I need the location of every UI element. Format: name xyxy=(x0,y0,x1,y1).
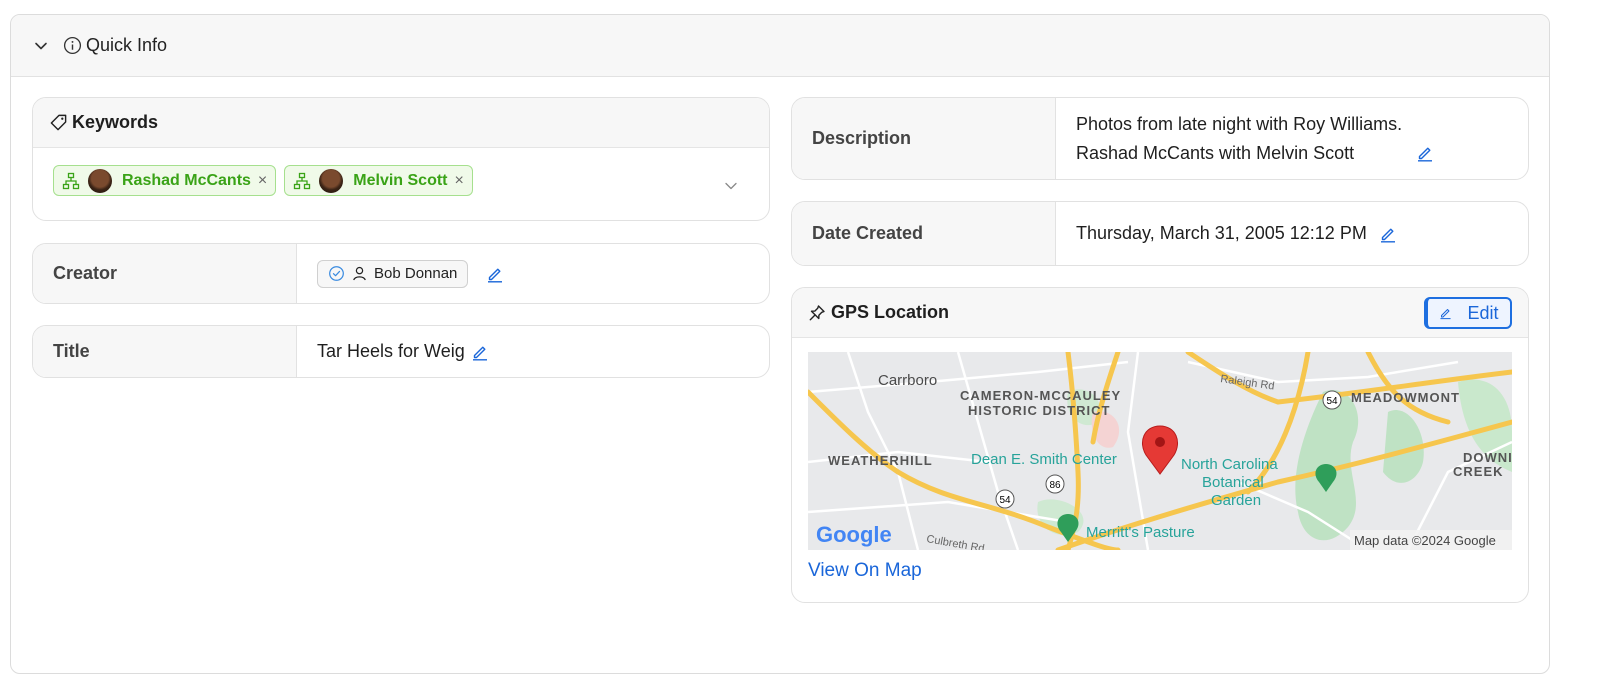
creator-name: Bob Donnan xyxy=(374,265,458,282)
description-label: Description xyxy=(792,98,1056,179)
gps-title: GPS Location xyxy=(831,302,950,322)
info-icon xyxy=(63,36,82,55)
map-place-label: Merritt's Pasture xyxy=(1086,524,1195,541)
edit-pencil-icon[interactable] xyxy=(1379,225,1397,243)
view-on-map-link[interactable]: View On Map xyxy=(808,560,922,582)
title-field: Title Tar Heels for Weig xyxy=(32,325,770,378)
pin-icon xyxy=(809,304,825,320)
keyword-chip[interactable]: Rashad McCants × xyxy=(53,165,277,196)
map-place-label: CAMERON-MCCAULEY xyxy=(960,388,1121,403)
edit-pencil-icon[interactable] xyxy=(1416,144,1434,162)
map-view[interactable]: 54 54 86 Carrboro CAMERON-MCCAULEY HISTO… xyxy=(808,352,1512,550)
description-line-1: Photos from late night with Roy Williams… xyxy=(1076,113,1403,134)
map-place-label: CREEK xyxy=(1453,464,1504,479)
gps-location-card: GPS Location Edit 54 54 86 Carrboro CAME… xyxy=(791,287,1529,603)
keywords-body[interactable]: Rashad McCants × Melvin Scott × xyxy=(33,148,769,220)
map-route-label: 54 xyxy=(999,495,1011,506)
map-place-label: North Carolina xyxy=(1181,456,1278,473)
map-place-label: Dean E. Smith Center xyxy=(971,451,1117,468)
keyword-label: Melvin Scott xyxy=(353,171,448,189)
title-value: Tar Heels for Weig xyxy=(317,341,465,361)
map-place-label: WEATHERHILL xyxy=(828,453,933,468)
creator-field: Creator Bob Donnan xyxy=(32,243,770,304)
panel-title: Quick Info xyxy=(86,35,168,55)
keyword-label: Rashad McCants xyxy=(122,171,251,189)
keywords-header: Keywords xyxy=(33,98,769,148)
title-label: Title xyxy=(33,326,297,377)
chevron-down-icon[interactable] xyxy=(33,38,49,54)
edit-pencil-icon xyxy=(1439,304,1457,322)
google-logo: Google xyxy=(816,522,892,547)
avatar xyxy=(88,168,112,193)
keywords-title: Keywords xyxy=(72,112,159,132)
hierarchy-icon xyxy=(62,172,80,190)
map-place-label: MEADOWMONT xyxy=(1351,390,1460,405)
map-route-label: 54 xyxy=(1326,396,1338,407)
map-place-label: HISTORIC DISTRICT xyxy=(968,403,1110,418)
remove-keyword-icon[interactable]: × xyxy=(455,172,464,190)
google-wordmark: Google xyxy=(816,522,892,547)
creator-chip[interactable]: Bob Donnan xyxy=(317,259,469,288)
chevron-down-icon[interactable] xyxy=(723,178,739,194)
date-created-value: Thursday, March 31, 2005 12:12 PM xyxy=(1076,223,1367,243)
edit-label: Edit xyxy=(1467,302,1499,323)
description-field: Description Photos from late night with … xyxy=(791,97,1529,180)
remove-keyword-icon[interactable]: × xyxy=(258,172,267,190)
edit-pencil-icon[interactable] xyxy=(486,265,504,283)
edit-pencil-icon[interactable] xyxy=(471,343,489,361)
map-place-label: Carrboro xyxy=(878,372,937,389)
hierarchy-icon xyxy=(293,172,311,190)
map-place-label: Botanical xyxy=(1202,474,1264,491)
tag-icon xyxy=(50,114,67,131)
avatar xyxy=(319,168,344,193)
quick-info-panel: Quick Info Keywords Rashad McCants × Mel… xyxy=(10,14,1550,674)
map-attribution: Map data ©2024 Google xyxy=(1354,533,1496,548)
keywords-card: Keywords Rashad McCants × Melvin Scott × xyxy=(32,97,770,221)
description-line-2: Rashad McCants with Melvin Scott xyxy=(1076,142,1355,163)
gps-header: GPS Location Edit xyxy=(792,288,1528,338)
map-place-label: Garden xyxy=(1211,492,1261,509)
map-route-label: 86 xyxy=(1049,480,1061,491)
date-created-label: Date Created xyxy=(792,202,1056,265)
date-created-field: Date Created Thursday, March 31, 2005 12… xyxy=(791,201,1529,266)
quick-info-header[interactable]: Quick Info xyxy=(11,15,1549,77)
creator-label: Creator xyxy=(33,244,297,303)
edit-gps-button[interactable]: Edit xyxy=(1424,297,1512,329)
map-place-label: DOWNING xyxy=(1463,450,1512,465)
keyword-chip[interactable]: Melvin Scott × xyxy=(284,165,473,196)
user-icon xyxy=(351,265,368,282)
verified-icon xyxy=(328,265,345,282)
